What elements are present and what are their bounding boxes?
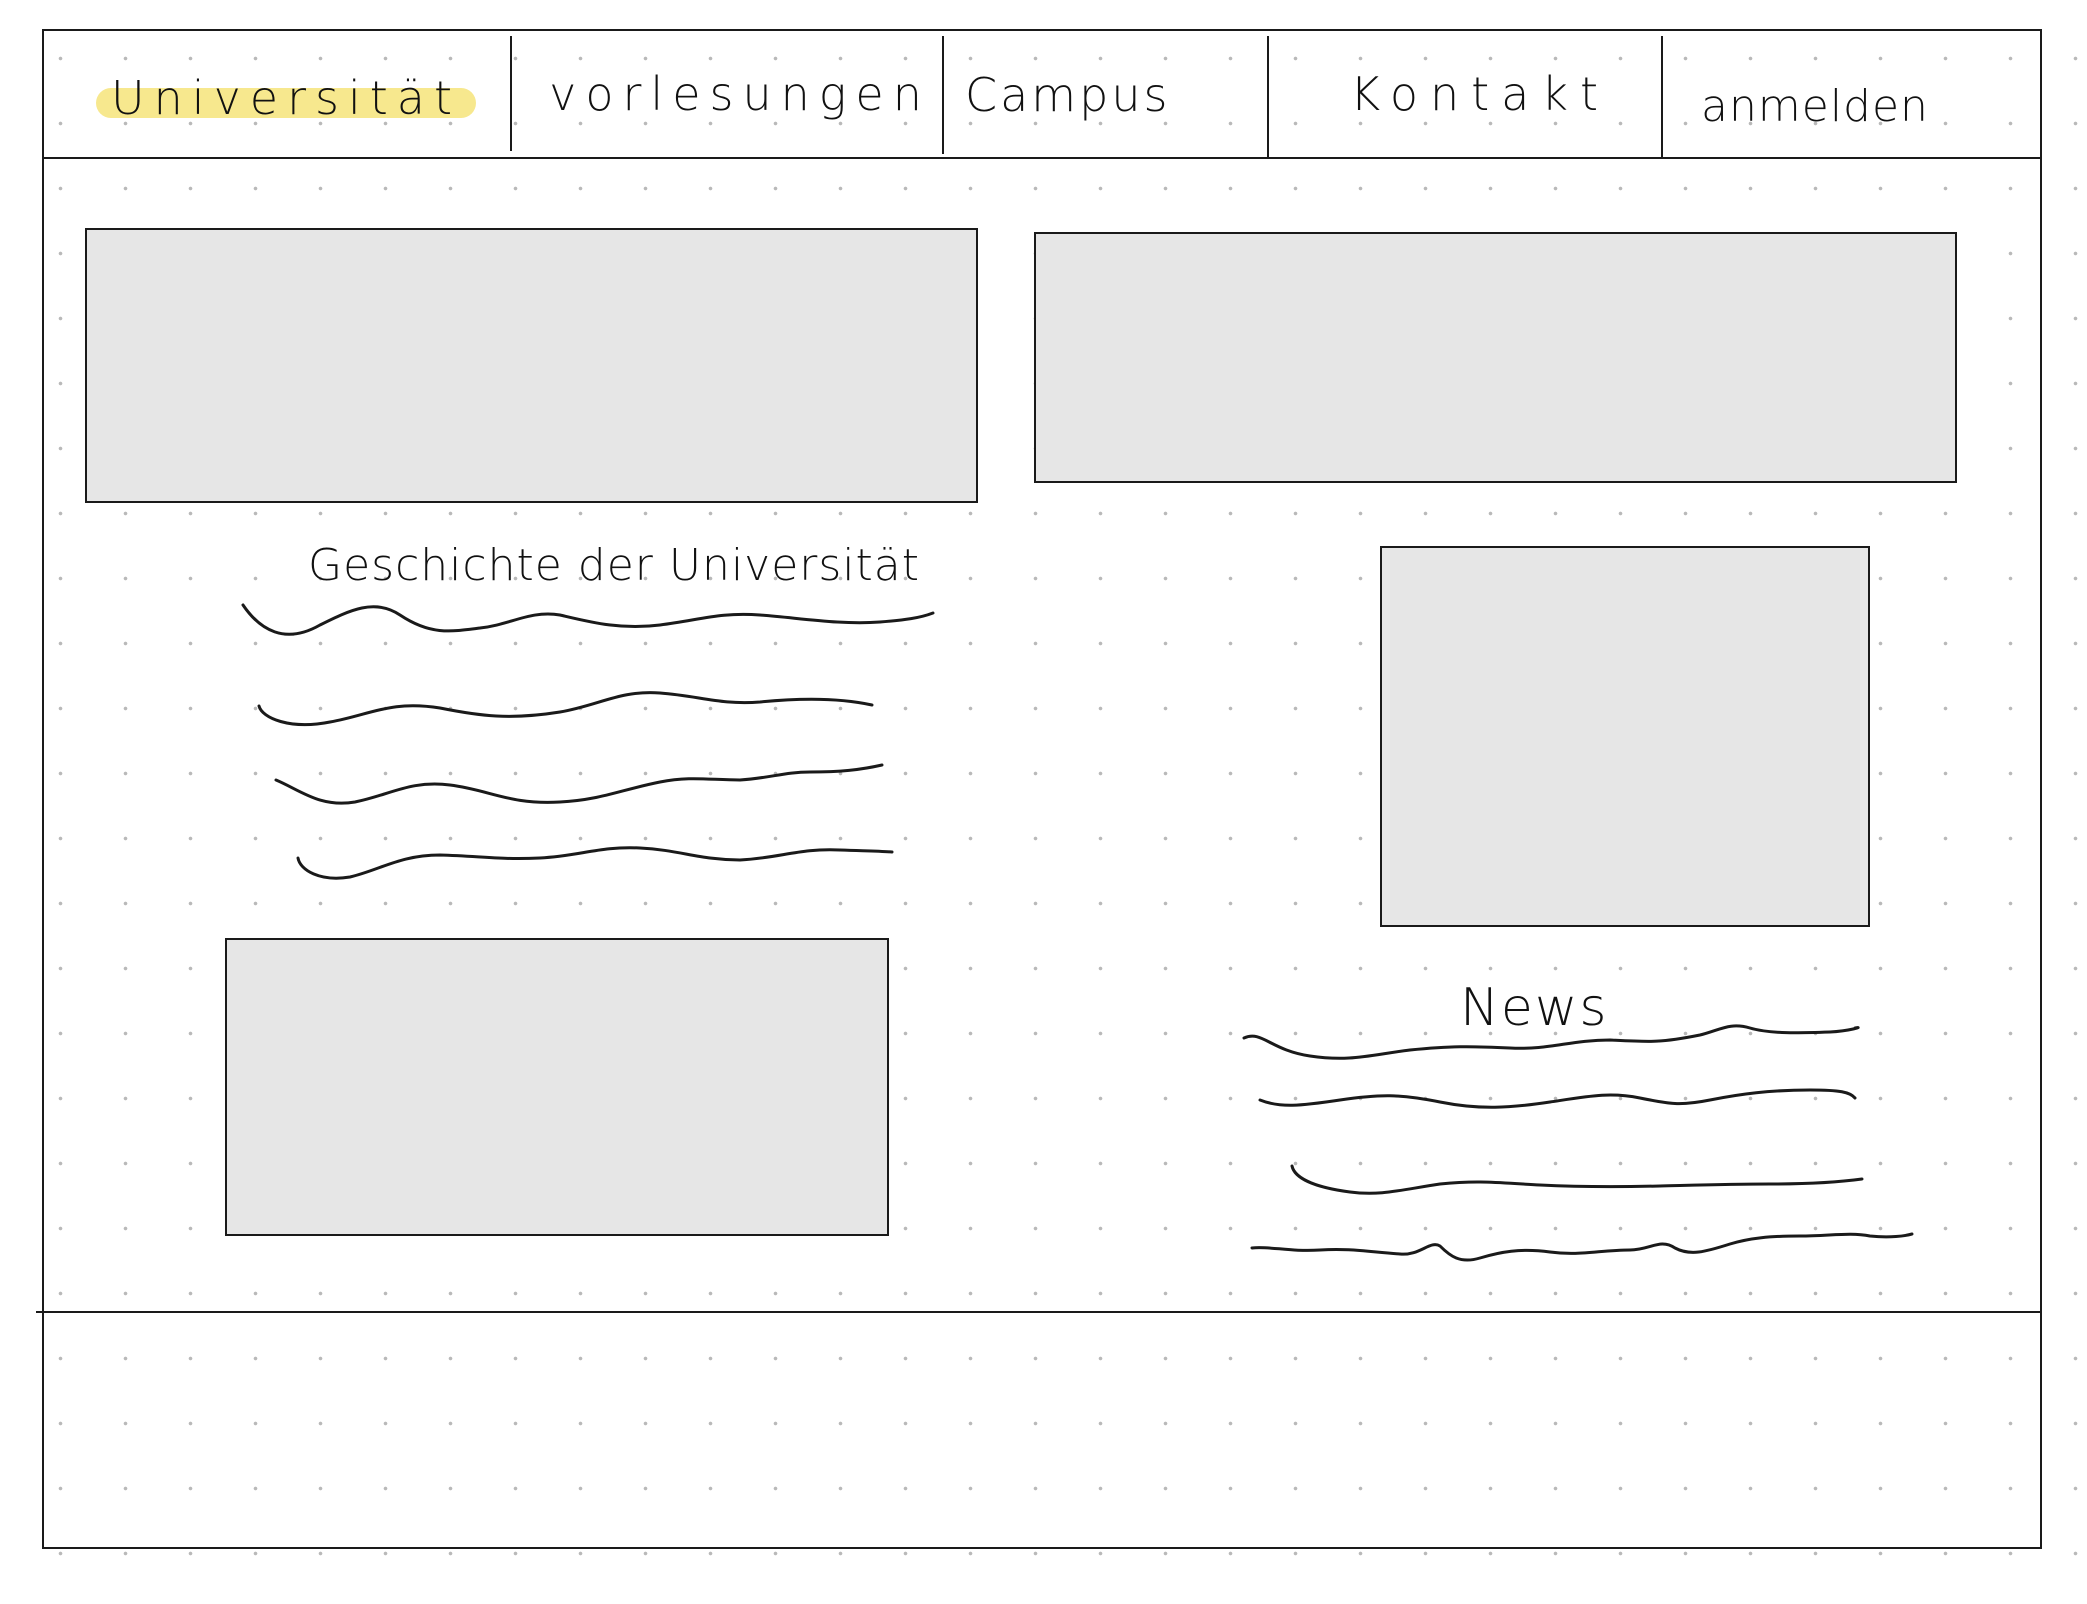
nav-item-campus[interactable]: Campus bbox=[965, 63, 1167, 127]
footer-divider-line bbox=[36, 1311, 2042, 1313]
nav-item-universitaet[interactable]: Universität bbox=[96, 66, 476, 130]
nav-item-kontakt[interactable]: Kontakt bbox=[1340, 62, 1620, 126]
nav-item-vorlesungen[interactable]: vorlesungen bbox=[549, 62, 922, 126]
nav-item-kontakt-label: Kontakt bbox=[1349, 67, 1611, 121]
nav-item-anmelden-label: anmelden bbox=[1701, 80, 1929, 132]
nav-item-anmelden[interactable]: anmelden bbox=[1700, 74, 1930, 138]
nav-item-campus-label: Campus bbox=[965, 68, 1171, 122]
footer bbox=[44, 1314, 2040, 1546]
nav-item-universitaet-label: Universität bbox=[110, 71, 462, 125]
nav-item-vorlesungen-label: vorlesungen bbox=[549, 67, 931, 121]
